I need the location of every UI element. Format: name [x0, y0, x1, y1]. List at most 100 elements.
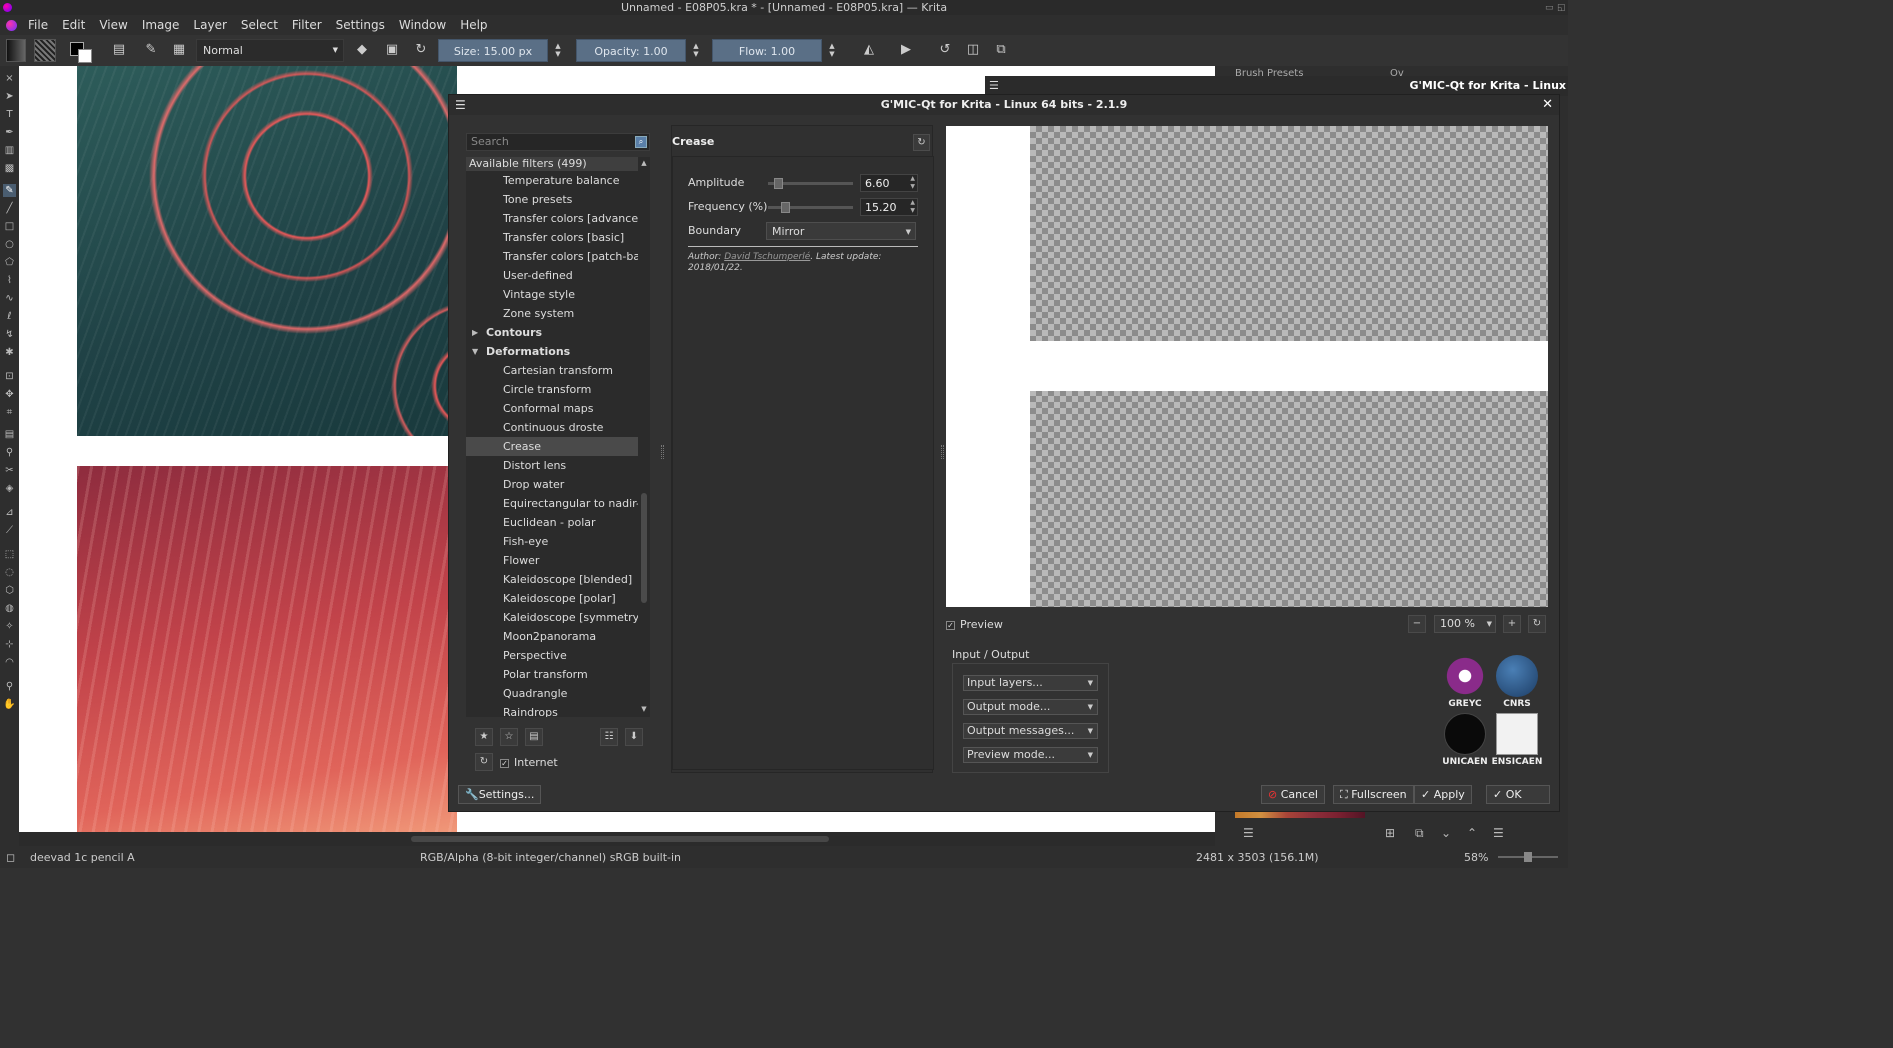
- transform-icon[interactable]: ⧉: [993, 42, 1009, 58]
- color-swatches[interactable]: [70, 39, 92, 63]
- close-icon[interactable]: ✕: [1542, 95, 1553, 115]
- text-tool-icon[interactable]: T: [3, 108, 16, 121]
- frequency-slider[interactable]: [768, 202, 853, 213]
- move-down-icon[interactable]: ⌄: [1441, 826, 1451, 840]
- palette-icon[interactable]: ☰: [1243, 826, 1254, 840]
- zoom-select[interactable]: 100 % ▼: [1434, 615, 1496, 633]
- preview-mode-select[interactable]: Preview mode... ▼: [963, 747, 1098, 763]
- stepper-icon[interactable]: ▲ ▼: [910, 199, 915, 215]
- tree-item[interactable]: Kaleidoscope [symmetry]: [466, 608, 638, 627]
- rectangle-tool-icon[interactable]: □: [3, 220, 16, 233]
- gradient-edit-icon[interactable]: ▥: [3, 144, 16, 157]
- move-up-icon[interactable]: ⌃: [1467, 826, 1477, 840]
- frequency-slider-handle[interactable]: [780, 202, 790, 213]
- tree-item[interactable]: Kaleidoscope [polar]: [466, 589, 638, 608]
- filters-scrollbar[interactable]: ▲ ▼: [638, 157, 650, 717]
- tree-item[interactable]: Distort lens: [466, 456, 638, 475]
- apply-button[interactable]: ✓ Apply: [1414, 785, 1472, 804]
- opacity-spinbox[interactable]: Opacity: 1.00: [576, 39, 686, 62]
- bezier-tool-icon[interactable]: ∿: [3, 292, 16, 305]
- tree-item[interactable]: Transfer colors [advanced]: [466, 209, 638, 228]
- preview-area[interactable]: [946, 126, 1548, 607]
- rename-favorite-button[interactable]: ▤: [525, 728, 543, 746]
- pattern-swatch[interactable]: [34, 39, 56, 62]
- scrollbar-thumb[interactable]: [411, 836, 829, 842]
- edit-shape-icon[interactable]: ✒: [3, 126, 16, 139]
- tree-item[interactable]: Circle transform: [466, 380, 638, 399]
- reload-icon[interactable]: ↻: [413, 42, 429, 58]
- menu-select[interactable]: Select: [234, 15, 285, 35]
- app-menu-icon[interactable]: [6, 19, 17, 31]
- flow-stepper-icon[interactable]: ▲ ▼: [824, 42, 840, 58]
- boundary-select[interactable]: Mirror ▼: [766, 222, 916, 240]
- tree-item[interactable]: Continuous droste: [466, 418, 638, 437]
- zoom-slider[interactable]: [1498, 852, 1558, 862]
- expand-all-button[interactable]: ⬇: [625, 728, 643, 746]
- transform-tool-icon[interactable]: ⊡: [3, 370, 16, 383]
- alpha-lock-icon[interactable]: ▣: [384, 42, 400, 58]
- tree-item[interactable]: Moon2panorama: [466, 627, 638, 646]
- pattern-edit-icon[interactable]: ▩: [3, 162, 16, 175]
- tree-item[interactable]: Polar transform: [466, 665, 638, 684]
- menu-layer[interactable]: Layer: [186, 15, 233, 35]
- tree-item[interactable]: Zone system: [466, 304, 638, 323]
- dialog-menu-icon[interactable]: ☰: [455, 95, 466, 115]
- layers-icon[interactable]: ▤: [111, 42, 127, 58]
- tree-item[interactable]: Perspective: [466, 646, 638, 665]
- tree-item[interactable]: Conformal maps: [466, 399, 638, 418]
- ok-button[interactable]: ✓ OK: [1486, 785, 1550, 804]
- smart-patch-icon[interactable]: ✂: [3, 464, 16, 477]
- similar-select-icon[interactable]: ⊹: [3, 638, 16, 651]
- menu-help[interactable]: Help: [453, 15, 494, 35]
- canvas-horizontal-scrollbar[interactable]: [19, 832, 1215, 846]
- zoom-in-icon[interactable]: +: [1503, 615, 1521, 633]
- multibrush-icon[interactable]: ✱: [3, 346, 16, 359]
- zoom-tool-icon[interactable]: ⚲: [3, 680, 16, 693]
- caret-down-icon[interactable]: ▼: [472, 342, 478, 361]
- freehand-select-icon[interactable]: ◍: [3, 602, 16, 615]
- internet-checkbox[interactable]: ✓ Internet: [500, 756, 558, 769]
- dynamic-brush-icon[interactable]: ↯: [3, 328, 16, 341]
- minimize-icon[interactable]: ▭: [1545, 1, 1554, 16]
- add-favorite-button[interactable]: ★: [475, 728, 493, 746]
- tree-item[interactable]: Quadrangle: [466, 684, 638, 703]
- tree-item[interactable]: Euclidean - polar: [466, 513, 638, 532]
- zoom-reset-icon[interactable]: ↻: [1528, 615, 1546, 633]
- amplitude-spinbox[interactable]: 6.60 ▲ ▼: [860, 174, 918, 192]
- menu-filter[interactable]: Filter: [285, 15, 329, 35]
- polyline-tool-icon[interactable]: ⌇: [3, 274, 16, 287]
- flow-spinbox[interactable]: Flow: 1.00: [712, 39, 822, 62]
- wrap-around-icon[interactable]: ◫: [965, 42, 981, 58]
- tree-item[interactable]: User-defined: [466, 266, 638, 285]
- menu-window[interactable]: Window: [392, 15, 453, 35]
- tree-item[interactable]: Tone presets: [466, 190, 638, 209]
- toggle-visibility-button[interactable]: ☷: [600, 728, 618, 746]
- tree-item[interactable]: Kaleidoscope [blended]: [466, 570, 638, 589]
- ellipse-tool-icon[interactable]: ○: [3, 238, 16, 251]
- tree-item[interactable]: Fish-eye: [466, 532, 638, 551]
- reset-params-icon[interactable]: ↻: [913, 134, 930, 151]
- gradient-tool-icon[interactable]: ▤: [3, 428, 16, 441]
- tree-item[interactable]: Transfer colors [basic]: [466, 228, 638, 247]
- brush-preset-swatch[interactable]: [6, 39, 26, 62]
- fullscreen-button[interactable]: ⛶ Fullscreen: [1333, 785, 1414, 804]
- tree-item[interactable]: Transfer colors [patch-base: [466, 247, 638, 266]
- assistant-tool-icon[interactable]: ⟋: [3, 524, 16, 537]
- menu-file[interactable]: File: [21, 15, 55, 35]
- tree-folder[interactable]: ▼ Deformations: [466, 342, 638, 361]
- tree-folder[interactable]: ▶ Contours: [466, 323, 638, 342]
- remove-favorite-button[interactable]: ☆: [500, 728, 518, 746]
- bezier-select-icon[interactable]: ◠: [3, 656, 16, 669]
- menu-view[interactable]: View: [92, 15, 134, 35]
- freehand-brush-icon[interactable]: ✎: [3, 184, 16, 197]
- filters-scrollbar-thumb[interactable]: [641, 493, 647, 603]
- color-picker-icon[interactable]: ⚲: [3, 446, 16, 459]
- tree-item[interactable]: Temperature balance: [466, 171, 638, 190]
- tree-item[interactable]: Drop water: [466, 475, 638, 494]
- crop-tool-icon[interactable]: ⌗: [3, 406, 16, 419]
- tree-item[interactable]: Equirectangular to nadir-ze: [466, 494, 638, 513]
- add-layer-icon[interactable]: ⊞: [1385, 826, 1395, 840]
- polygon-tool-icon[interactable]: ⬠: [3, 256, 16, 269]
- fill-tool-icon[interactable]: ◈: [3, 482, 16, 495]
- scroll-up-icon[interactable]: ▲: [639, 159, 649, 169]
